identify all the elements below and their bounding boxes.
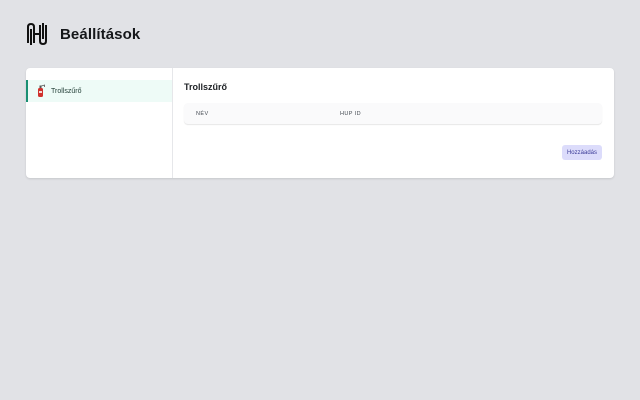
page-header: Beállítások	[25, 20, 140, 48]
fire-extinguisher-icon	[36, 84, 46, 98]
sidebar-item-trollszuro[interactable]: Trollszűrő	[26, 80, 172, 102]
column-header-name[interactable]: NÉV	[196, 111, 340, 117]
settings-sidebar: Trollszűrő	[26, 68, 173, 178]
section-title: Trollszűrő	[184, 82, 228, 92]
table-header: NÉV HUP ID	[184, 103, 602, 124]
hup-logo-icon	[27, 22, 47, 46]
page-title: Beállítások	[60, 25, 141, 43]
add-button[interactable]: Hozzáadás	[561, 145, 602, 160]
column-header-hup-id[interactable]: HUP ID	[340, 111, 361, 117]
main-content: Trollszűrő NÉV HUP ID Hozzáadás	[173, 68, 614, 178]
sidebar-item-label: Trollszűrő	[51, 87, 82, 95]
settings-card: Trollszűrő Trollszűrő NÉV HUP ID Hozzáad…	[26, 68, 614, 178]
